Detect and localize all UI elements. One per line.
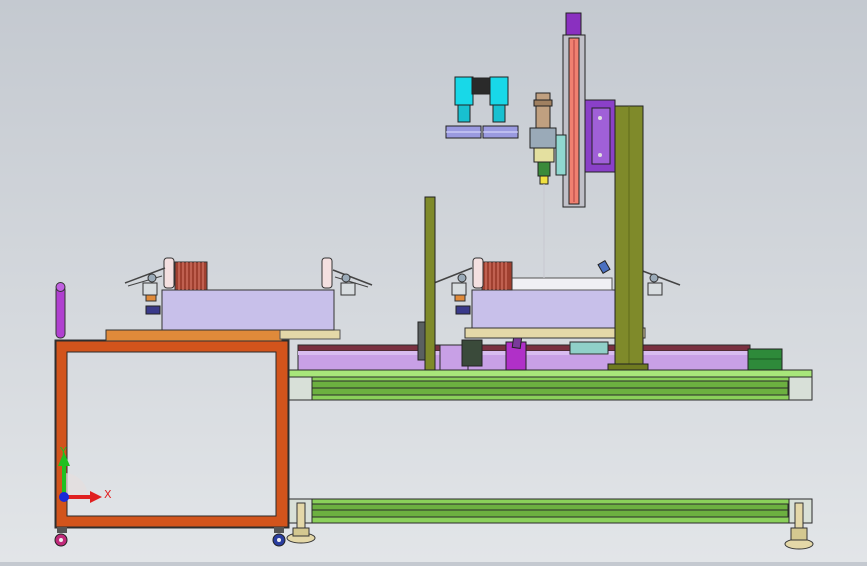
coordinate-triad[interactable]: Y X [58,445,112,503]
base-rail-lower [288,498,813,524]
camera-right[interactable] [489,76,509,106]
sensor-block [461,339,483,367]
toggle-clamp-right-a[interactable] [433,267,473,302]
left-fixture[interactable] [124,257,373,331]
support-post [424,196,436,371]
toggle-clamp-right[interactable] [332,269,373,296]
coil-stack-right [481,261,513,291]
toggle-clamp-left[interactable] [124,267,166,302]
cart-handle[interactable] [55,285,66,339]
process-head[interactable] [529,92,567,278]
camera-left[interactable] [454,76,474,106]
coil-stack [174,261,208,291]
x-axis-label: X [104,488,112,501]
y-axis-label: Y [59,445,67,458]
cart-tan-plate [279,329,341,340]
cad-viewport[interactable]: Y X [0,0,867,562]
z-axis-dot [59,492,69,502]
pin-left [163,257,175,289]
fixture-locator [145,305,161,315]
z-motor [565,12,582,36]
cad-model-view[interactable]: Y X [0,0,867,562]
caster-left [54,527,68,547]
pin-right [321,257,333,289]
z-axis-module[interactable] [562,12,616,208]
caster-right [272,527,286,547]
camera-pair[interactable] [445,76,519,139]
base-rail-upper [288,369,813,401]
cart-top-plate [105,329,283,342]
fixture-block [161,289,335,331]
linear-track[interactable] [297,341,783,371]
x-axis-arrowhead [90,491,102,503]
post-bracket [417,321,426,361]
